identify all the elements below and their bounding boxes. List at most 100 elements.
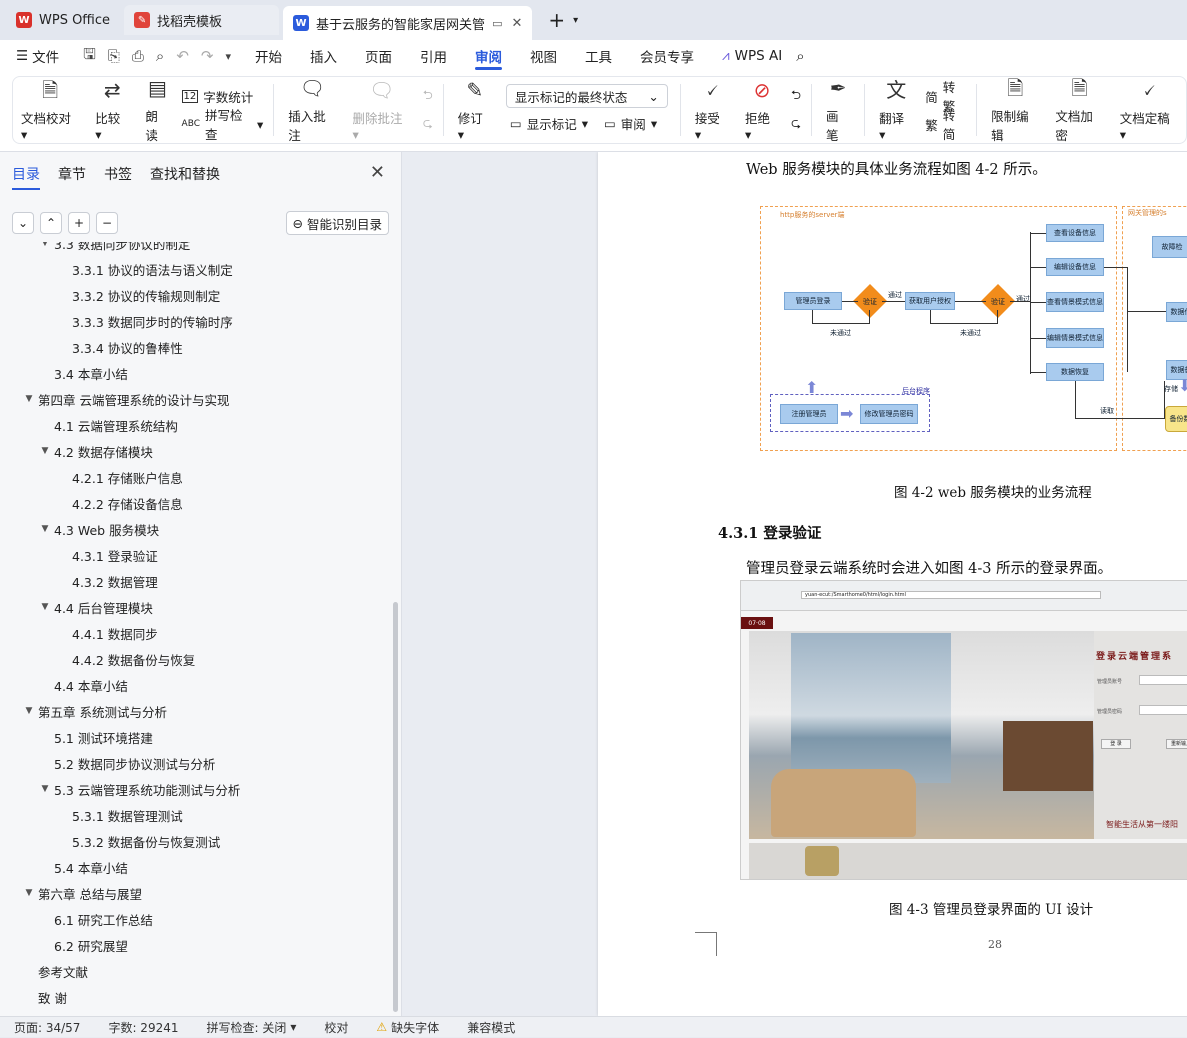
missing-font-indicator[interactable]: ⚠ 缺失字体 [362,1017,453,1038]
menu-member[interactable]: 会员专享 [626,40,708,72]
toc-item[interactable]: 6.1 研究工作总结 [0,906,398,932]
search-icon[interactable]: ⌕ [796,47,804,65]
spell-check-indicator[interactable]: 拼写检查: 关闭 ▾ [193,1017,311,1038]
add-heading-icon[interactable]: + [68,212,90,234]
toc-item[interactable]: 参考文献 [0,958,398,984]
menu-tools[interactable]: 工具 [571,40,626,72]
menu-page[interactable]: 页面 [351,40,406,72]
prev-change-icon[interactable]: ⮌ [787,83,805,109]
prev-comment-icon[interactable]: ⮌ [419,83,437,109]
expand-caret-icon[interactable]: ▼ [38,446,52,456]
expand-caret-icon[interactable]: ▼ [38,784,52,794]
menu-home[interactable]: 开始 [241,40,296,72]
collapse-all-icon[interactable]: ⌃ [40,212,62,234]
page-indicator[interactable]: 页面: 34/57 [0,1017,94,1038]
menu-reference[interactable]: 引用 [406,40,461,72]
next-comment-icon[interactable]: ⮎ [419,111,437,137]
tab-chapters[interactable]: 章节 [58,164,86,190]
toc-item[interactable]: 4.4.1 数据同步 [0,620,398,646]
toc-item[interactable]: ▼ 4.2 数据存储模块 [0,438,398,464]
document-page[interactable]: Web 服务模块的具体业务流程如图 4-2 所示。 http服务的server端… [598,152,1187,1016]
toc-item[interactable]: 5.4 本章小结 [0,854,398,880]
ai-toc-button[interactable]: ⊖ 智能识别目录 [285,211,389,235]
toc-item[interactable]: 6.2 研究展望 [0,932,398,958]
toc-scrollbar[interactable] [393,602,398,1012]
menu-file[interactable]: ☰ 文件 [0,40,73,72]
toc-item[interactable]: 4.2.1 存储账户信息 [0,464,398,490]
monitor-icon[interactable]: ▭ [492,17,502,30]
menu-insert[interactable]: 插入 [296,40,351,72]
delete-comment-button[interactable]: 🗨 删除批注 ▾ [345,77,419,143]
toc-item[interactable]: 5.3.2 数据备份与恢复测试 [0,828,398,854]
reject-button[interactable]: ⊘ 拒绝 ▾ [737,77,787,143]
share-icon[interactable]: ⎘ [108,47,120,65]
tab-wps-office[interactable]: W WPS Office [6,5,120,35]
toc-item[interactable]: 4.4.2 数据备份与恢复 [0,646,398,672]
expand-caret-icon[interactable]: ▼ [22,394,36,404]
toc-item[interactable]: 4.1 云端管理系统结构 [0,412,398,438]
expand-caret-icon[interactable]: ▼ [38,524,52,534]
tab-docer[interactable]: ✎ 找稻壳模板 [124,5,280,35]
toc-item[interactable]: 3.4 本章小结 [0,360,398,386]
toc-item[interactable]: 3.3.3 数据同步时的传输时序 [0,308,398,334]
menu-review[interactable]: 审阅 [461,40,516,72]
expand-caret-icon[interactable]: ▼ [38,602,52,612]
toc-item[interactable]: 5.3.1 数据管理测试 [0,802,398,828]
undo-icon[interactable]: ↶ [176,47,189,65]
remove-heading-icon[interactable]: − [96,212,118,234]
toc-item[interactable]: 3.3.2 协议的传输规则制定 [0,282,398,308]
doc-finalize-button[interactable]: 🗸 文档定稿 ▾ [1112,77,1186,143]
toc-item[interactable]: ▼ 4.3 Web 服务模块 [0,516,398,542]
toc-item[interactable]: 3.3.1 协议的语法与语义制定 [0,256,398,282]
close-pane-icon[interactable]: ✕ [370,162,385,183]
toc-item[interactable]: ▼ 第五章 系统测试与分析 [0,698,398,724]
toc-item[interactable]: ▼ 5.3 云端管理系统功能测试与分析 [0,776,398,802]
menu-view[interactable]: 视图 [516,40,571,72]
tab-document[interactable]: W 基于云服务的智能家居网关管 ▭ ✕ [283,6,533,40]
accept-button[interactable]: 🗸 接受 ▾ [687,77,737,143]
read-aloud-button[interactable]: ▤ 朗读 [137,76,177,143]
tab-bookmarks[interactable]: 书签 [104,164,132,190]
translate-button[interactable]: 文翻译 ▾ [871,77,921,143]
print-icon[interactable]: ⎙ [132,47,144,65]
close-icon[interactable]: ✕ [511,16,522,31]
pen-button[interactable]: ✒ 画笔 [818,76,858,143]
toc-item[interactable]: 4.4 本章小结 [0,672,398,698]
revise-button[interactable]: ✎ 修订 ▾ [450,77,500,143]
next-change-icon[interactable]: ⮎ [787,111,805,137]
toc-item[interactable]: 5.2 数据同步协议测试与分析 [0,750,398,776]
toc-item[interactable]: ▼ 第六章 总结与展望 [0,880,398,906]
to-simplified-button[interactable]: 繁转简 [921,108,970,142]
doc-encrypt-button[interactable]: 🗎 文档加密 [1047,76,1111,143]
proof-indicator[interactable]: 校对 [310,1017,362,1038]
compare-button[interactable]: ⇄ 比较 ▾ [87,77,137,143]
more-chevron-icon[interactable]: ▾ [225,50,231,63]
toc-item[interactable]: ▼ 第四章 云端管理系统的设计与实现 [0,386,398,412]
toc-item[interactable]: ▼ 4.4 后台管理模块 [0,594,398,620]
save-icon[interactable]: 🖫 [83,44,96,69]
toc-item[interactable]: 4.2.2 存储设备信息 [0,490,398,516]
insert-comment-button[interactable]: 🗨 插入批注 [280,76,344,143]
expand-all-icon[interactable]: ⌄ [12,212,34,234]
review-pane-button[interactable]: ▭ 审阅 ▾ [600,110,661,136]
new-tab-icon[interactable]: + [548,8,565,32]
toc-item[interactable]: ▼ 3.3 数据同步协议的制定 [0,242,398,256]
tab-toc[interactable]: 目录 [12,164,40,190]
markup-state-select[interactable]: 显示标记的最终状态 ⌄ [505,84,668,108]
doc-check-button[interactable]: 🗎 文档校对 ▾ [13,77,87,143]
toc-item[interactable]: 5.1 测试环境搭建 [0,724,398,750]
menu-wps-ai[interactable]: ⩘ WPS AI [708,40,796,72]
toc-item[interactable]: 3.3.4 协议的鲁棒性 [0,334,398,360]
spell-check-button[interactable]: ABC 拼写检查 ▾ [178,108,268,142]
expand-caret-icon[interactable]: ▼ [38,242,52,248]
word-count-indicator[interactable]: 字数: 29241 [94,1017,192,1038]
restrict-edit-button[interactable]: 🗎 限制编辑 [983,76,1047,143]
redo-icon[interactable]: ↷ [201,47,214,65]
print-preview-icon[interactable]: ⌕ [156,47,164,65]
toc-item[interactable]: 4.3.2 数据管理 [0,568,398,594]
tab-find-replace[interactable]: 查找和替换 [150,164,220,190]
chevron-down-icon[interactable]: ▾ [573,15,578,26]
expand-caret-icon[interactable]: ▼ [22,706,36,716]
toc-item[interactable]: 致 谢 [0,984,398,1010]
expand-caret-icon[interactable]: ▼ [22,888,36,898]
